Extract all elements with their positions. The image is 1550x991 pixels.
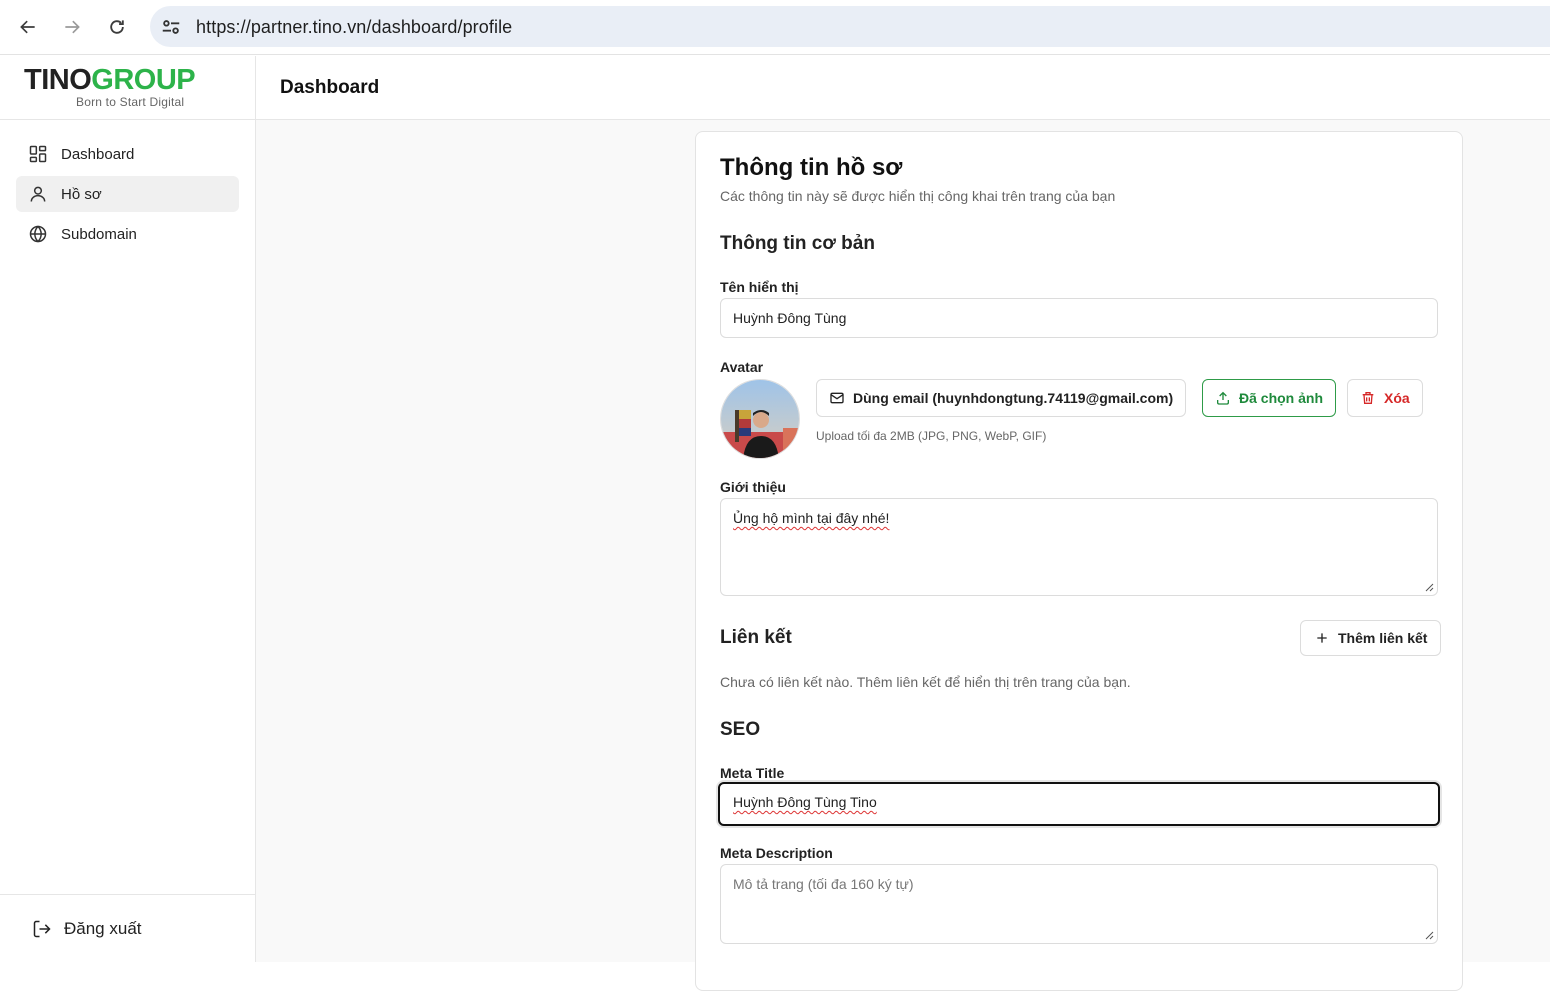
sidebar-item-dashboard[interactable]: Dashboard: [16, 136, 239, 172]
site-settings-icon[interactable]: [160, 16, 182, 38]
upload-hint: Upload tối đa 2MB (JPG, PNG, WebP, GIF): [816, 429, 1047, 443]
grid-icon: [29, 145, 47, 163]
card-description: Các thông tin này sẽ được hiển thị công …: [720, 188, 1116, 204]
upload-icon: [1217, 391, 1229, 405]
display-name-input[interactable]: Huỳnh Đông Tùng: [720, 298, 1438, 338]
arrow-left-icon: [20, 20, 35, 34]
sidebar-item-label: Hồ sơ: [61, 185, 102, 203]
page-header: Dashboard: [256, 56, 1550, 120]
profile-card: Thông tin hồ sơ Các thông tin này sẽ đượ…: [695, 131, 1463, 991]
logout-button[interactable]: Đăng xuất: [0, 894, 255, 962]
address-bar[interactable]: https://partner.tino.vn/dashboard/profil…: [150, 6, 1550, 47]
browser-toolbar: https://partner.tino.vn/dashboard/profil…: [0, 0, 1550, 55]
arrow-right-icon: [65, 20, 80, 34]
links-heading: Liên kết: [720, 627, 792, 648]
sidebar-item-subdomain[interactable]: Subdomain: [16, 216, 239, 252]
bio-text: Ủng hộ mình tại đây nhé!: [733, 510, 890, 526]
reload-button[interactable]: [100, 10, 134, 44]
logout-label: Đăng xuất: [64, 918, 142, 938]
bio-label: Giới thiệu: [720, 479, 786, 495]
bio-textarea[interactable]: Ủng hộ mình tại đây nhé!: [720, 498, 1438, 596]
reload-icon: [110, 20, 124, 34]
meta-title-input[interactable]: Huỳnh Đông Tùng Tino: [718, 782, 1440, 826]
delete-avatar-label: Xóa: [1384, 390, 1410, 406]
globe-icon: [29, 225, 47, 243]
meta-description-placeholder: Mô tả trang (tối đa 160 ký tự): [733, 876, 914, 892]
meta-description-textarea[interactable]: Mô tả trang (tối đa 160 ký tự): [720, 864, 1438, 944]
forward-button[interactable]: [55, 10, 89, 44]
user-icon: [30, 186, 46, 202]
add-link-button[interactable]: Thêm liên kết: [1300, 620, 1442, 656]
add-link-label: Thêm liên kết: [1338, 630, 1428, 646]
plus-icon: [1317, 633, 1327, 643]
card-title: Thông tin hồ sơ: [720, 154, 903, 181]
use-email-label: Dùng email (huynhdongtung.74119@gmail.co…: [853, 390, 1174, 406]
sidebar-item-profile[interactable]: Hồ sơ: [16, 176, 239, 212]
resize-handle-icon[interactable]: [1425, 931, 1434, 940]
avatar: [720, 379, 800, 459]
display-name-label: Tên hiển thị: [720, 279, 799, 295]
upload-avatar-label: Đã chọn ảnh: [1239, 390, 1324, 406]
meta-description-label: Meta Description: [720, 845, 833, 861]
mail-icon: [830, 392, 844, 404]
delete-avatar-button[interactable]: Xóa: [1347, 379, 1423, 417]
page-title: Dashboard: [280, 77, 380, 98]
url-text: https://partner.tino.vn/dashboard/profil…: [196, 17, 513, 37]
main-content: Thông tin hồ sơ Các thông tin này sẽ đượ…: [256, 120, 1550, 991]
logo-text: TINOGROUP: [24, 64, 196, 96]
seo-heading: SEO: [720, 719, 761, 740]
logout-icon: [33, 920, 51, 937]
resize-handle-icon[interactable]: [1425, 583, 1434, 592]
sidebar: TINOGROUP Born to Start Digital Dashboar…: [0, 56, 256, 962]
sidebar-nav: Dashboard Hồ sơ Subdomain: [16, 136, 239, 256]
links-empty-message: Chưa có liên kết nào. Thêm liên kết để h…: [720, 674, 1131, 690]
sidebar-item-label: Dashboard: [61, 145, 135, 163]
basic-info-heading: Thông tin cơ bản: [720, 233, 875, 254]
trash-icon: [1362, 392, 1374, 404]
logo-tagline: Born to Start Digital: [76, 95, 185, 109]
sidebar-item-label: Subdomain: [61, 225, 137, 243]
logo[interactable]: TINOGROUP Born to Start Digital: [0, 56, 255, 120]
use-email-avatar-button[interactable]: Dùng email (huynhdongtung.74119@gmail.co…: [816, 379, 1187, 417]
avatar-label: Avatar: [720, 359, 764, 375]
meta-title-text: Huỳnh Đông Tùng Tino: [733, 794, 877, 810]
back-button[interactable]: [11, 10, 45, 44]
upload-avatar-button[interactable]: Đã chọn ảnh: [1202, 379, 1337, 417]
meta-title-label: Meta Title: [720, 765, 785, 781]
